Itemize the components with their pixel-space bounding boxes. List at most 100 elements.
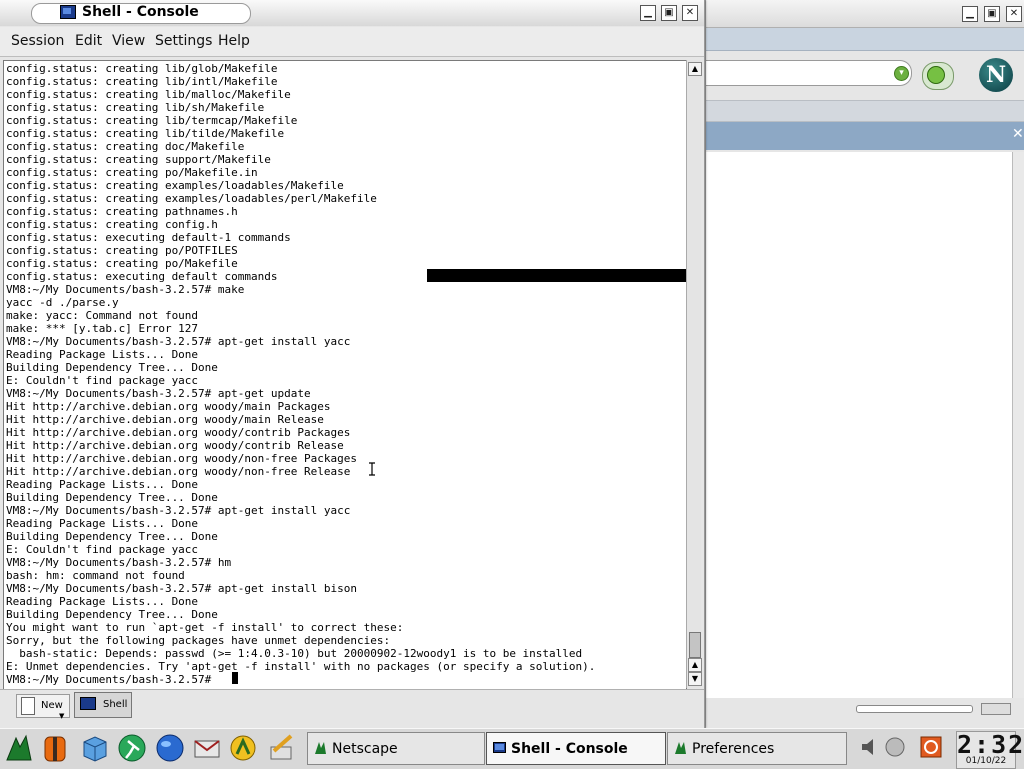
terminal-line: make: *** [y.tab.c] Error 127 — [6, 322, 199, 335]
scroll-up-icon[interactable]: ▲ — [688, 62, 702, 76]
terminal-line: config.status: creating po/POTFILES — [6, 244, 238, 257]
task-label: Preferences — [692, 741, 775, 757]
kde-menu-icon[interactable] — [4, 733, 34, 763]
clock-date: 01/10/22 — [965, 756, 1007, 766]
messenger-icon[interactable] — [228, 733, 258, 763]
url-go-icon[interactable]: ▾ — [894, 66, 909, 81]
terminal-line: Hit http://archive.debian.org woody/main… — [6, 413, 324, 426]
terminal-line: config.status: executing default command… — [6, 270, 278, 283]
terminal-line: Building Dependency Tree... Done — [6, 608, 218, 621]
terminal-text: config.status: creating lib/glob/Makefil… — [6, 62, 595, 686]
console-titlebar[interactable]: Shell - Console ▁ ▣ ✕ — [0, 0, 704, 26]
netscape-scrollbar[interactable] — [1012, 152, 1024, 698]
task-shell-console[interactable]: Shell - Console — [486, 732, 666, 765]
menu-view[interactable]: View — [112, 33, 145, 49]
mail-icon[interactable] — [192, 733, 222, 763]
netscape-toolbar — [706, 28, 1024, 51]
terminal-line: VM8:~/My Documents/bash-3.2.57# apt-get … — [6, 582, 357, 595]
close-icon[interactable]: ✕ — [1006, 6, 1022, 22]
editor-icon[interactable] — [266, 733, 296, 763]
terminal-line: Reading Package Lists... Done — [6, 348, 199, 361]
new-session-label: New — [41, 700, 63, 711]
maximize-icon[interactable]: ▣ — [984, 6, 1000, 22]
terminal-line: Reading Package Lists... Done — [6, 595, 199, 608]
task-preferences[interactable]: Preferences — [667, 732, 847, 765]
terminal-line: make: yacc: Command not found — [6, 309, 199, 322]
terminal-line: Hit http://archive.debian.org woody/non-… — [6, 465, 351, 478]
terminal-line: yacc -d ./parse.y — [6, 296, 119, 309]
new-session-button[interactable]: New ▼ — [16, 694, 70, 720]
ibeam-cursor-icon — [369, 462, 375, 476]
scrollbar-thumb[interactable] — [689, 632, 701, 658]
runner-icon[interactable] — [117, 733, 147, 763]
terminal-line: VM8:~/My Documents/bash-3.2.57# apt-get … — [6, 504, 351, 517]
terminal-cursor — [232, 672, 238, 684]
terminal-line: config.status: creating lib/malloc/Makef… — [6, 88, 291, 101]
sidebar-header: ✕ — [706, 122, 1024, 150]
terminal-line: E: Unmet dependencies. Try 'apt-get -f i… — [6, 660, 596, 673]
terminal-line: Hit http://archive.debian.org woody/non-… — [6, 452, 357, 465]
menubar: Session Edit View Settings Help — [0, 27, 704, 57]
taskbar: Netscape Shell - Console Preferences 2:3… — [0, 728, 1024, 769]
sidebar-close-icon[interactable]: ✕ — [1012, 126, 1024, 142]
minimize-icon[interactable]: ▁ — [640, 5, 656, 21]
terminal-icon — [80, 697, 96, 710]
scroll-up-icon[interactable]: ▲ — [688, 658, 702, 672]
user-icon[interactable] — [884, 735, 906, 759]
session-tab-label: Shell — [103, 699, 128, 710]
task-netscape[interactable]: Netscape — [307, 732, 485, 765]
close-icon[interactable]: ✕ — [682, 5, 698, 21]
terminal-line: Building Dependency Tree... Done — [6, 530, 218, 543]
terminal-line: Hit http://archive.debian.org woody/main… — [6, 400, 331, 413]
terminal-output[interactable]: config.status: creating lib/glob/Makefil… — [3, 60, 687, 690]
kde-logo-icon — [675, 742, 686, 754]
terminal-line: Hit http://archive.debian.org woody/cont… — [6, 426, 351, 439]
terminal-line: config.status: creating lib/tilde/Makefi… — [6, 127, 285, 140]
terminal-line: Reading Package Lists... Done — [6, 478, 199, 491]
terminal-line: Building Dependency Tree... Done — [6, 361, 218, 374]
terminal-line: config.status: creating lib/termcap/Make… — [6, 114, 298, 127]
menu-settings[interactable]: Settings — [155, 33, 212, 49]
netscape-personal-toolbar — [706, 100, 1024, 122]
netscape-logo: N — [979, 58, 1013, 92]
terminal-line: VM8:~/My Documents/bash-3.2.57# make — [6, 283, 245, 296]
clock[interactable]: 2:32 01/10/22 — [956, 730, 1024, 769]
console-window: Shell - Console ▁ ▣ ✕ Session Edit View … — [0, 0, 705, 729]
minimize-icon[interactable]: ▁ — [962, 6, 978, 22]
terminal-line: config.status: creating po/Makefile — [6, 257, 238, 270]
terminal-line: config.status: creating examples/loadabl… — [6, 179, 344, 192]
netscape-titlebar[interactable]: ▁ ▣ ✕ — [706, 0, 1024, 28]
menu-session[interactable]: Session — [11, 33, 64, 49]
terminal-line: VM8:~/My Documents/bash-3.2.57# hm — [6, 556, 232, 569]
terminal-line: VM8:~/My Documents/bash-3.2.57# — [6, 673, 218, 686]
scroll-down-icon[interactable]: ▼ — [688, 672, 702, 686]
console-tabbar: New ▼ Shell — [0, 689, 704, 729]
menu-edit[interactable]: Edit — [75, 33, 102, 49]
netscape-slider[interactable] — [856, 705, 973, 713]
desktop-cube-icon[interactable] — [80, 733, 110, 763]
terminal-line: config.status: executing default-1 comma… — [6, 231, 291, 244]
session-tab-shell[interactable]: Shell — [74, 692, 132, 718]
lifejacket-icon[interactable] — [40, 733, 70, 763]
terminal-scrollbar[interactable]: ▲ ▲ ▼ — [686, 60, 702, 688]
window-title: Shell - Console — [82, 4, 199, 20]
terminal-line: config.status: creating support/Makefile — [6, 153, 271, 166]
url-input[interactable] — [706, 60, 912, 86]
terminal-line: config.status: creating lib/sh/Makefile — [6, 101, 265, 114]
terminal-line: config.status: creating lib/glob/Makefil… — [6, 62, 278, 75]
terminal-line: bash: hm: command not found — [6, 569, 185, 582]
globe-icon[interactable] — [155, 733, 185, 763]
maximize-icon[interactable]: ▣ — [661, 5, 677, 21]
speaker-icon[interactable] — [859, 735, 881, 759]
chevron-down-icon[interactable]: ▼ — [59, 712, 64, 720]
terminal-line: config.status: creating lib/intl/Makefil… — [6, 75, 278, 88]
menu-help[interactable]: Help — [218, 33, 250, 49]
power-icon[interactable] — [920, 735, 942, 759]
netscape-slider-handle[interactable] — [981, 703, 1011, 715]
kde-logo-icon — [315, 742, 326, 754]
terminal-line: Reading Package Lists... Done — [6, 517, 199, 530]
clock-time: 2:32 — [957, 730, 1024, 759]
task-label: Shell - Console — [511, 741, 628, 757]
search-icon — [927, 66, 945, 84]
terminal-icon — [60, 5, 76, 19]
